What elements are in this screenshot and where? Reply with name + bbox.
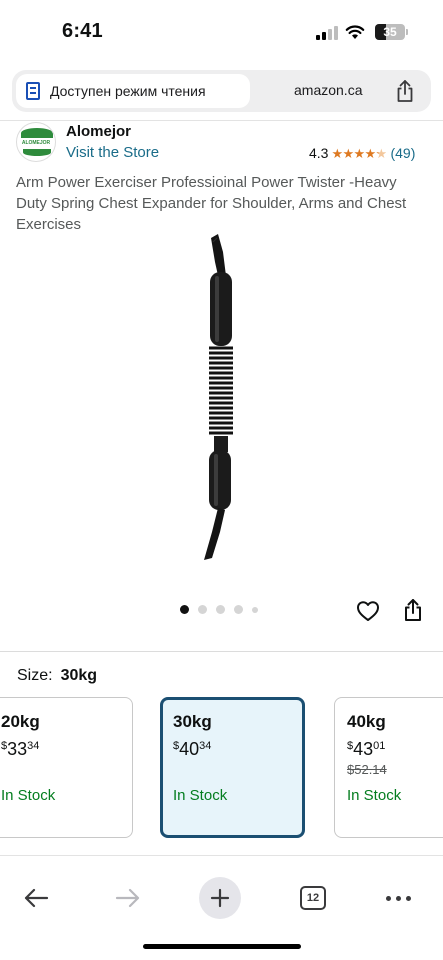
- rating-summary[interactable]: 4.3 ★ ★ ★ ★ ★ (49): [309, 145, 415, 161]
- size-option-card[interactable]: 40kg $ 43 01 $52.14 In Stock: [334, 697, 443, 838]
- carousel-dot[interactable]: [180, 605, 189, 614]
- product-image[interactable]: [160, 232, 280, 568]
- browser-toolbar: 12: [0, 868, 443, 930]
- size-option-price: $ 40 34: [173, 739, 212, 759]
- tab-count: 12: [300, 886, 326, 910]
- battery-tip: [406, 29, 408, 35]
- reader-mode-button[interactable]: Доступен режим чтения: [16, 74, 250, 108]
- store-logo[interactable]: ALOMEJOR: [16, 122, 56, 162]
- size-option-price: $ 33 34: [1, 739, 40, 759]
- size-option-label: 40kg: [347, 712, 386, 731]
- back-button[interactable]: [14, 876, 58, 920]
- carousel-dot[interactable]: [198, 605, 207, 614]
- wifi-icon: [345, 25, 365, 39]
- star-icon: ★: [364, 145, 377, 161]
- plus-icon: [210, 888, 230, 908]
- visit-store-link[interactable]: Visit the Store: [66, 144, 159, 161]
- star-icon: ★: [342, 145, 355, 161]
- share-icon[interactable]: [403, 598, 423, 622]
- reader-mode-label: Доступен режим чтения: [50, 83, 206, 99]
- size-option-label: 30kg: [173, 712, 212, 731]
- heart-icon[interactable]: [356, 599, 380, 623]
- product-title: Arm Power Exerciser Professioinal Power …: [16, 174, 407, 233]
- divider: [0, 120, 443, 121]
- rating-value: 4.3: [309, 145, 329, 161]
- forward-button[interactable]: [106, 876, 150, 920]
- status-bar: 6:41 35: [0, 0, 443, 60]
- more-menu-button[interactable]: [376, 876, 420, 920]
- battery-icon: 35: [375, 24, 405, 40]
- star-icon: ★: [331, 145, 344, 161]
- brand-name: Alomejor: [66, 123, 132, 140]
- divider: [0, 651, 443, 652]
- stock-status: In Stock: [1, 787, 56, 804]
- size-option-price: $ 43 01: [347, 739, 386, 759]
- carousel-dot[interactable]: [252, 606, 258, 613]
- stock-status: In Stock: [173, 787, 228, 804]
- arrow-right-icon: [115, 888, 140, 908]
- size-selector-header: Size: 30kg: [17, 667, 97, 685]
- size-option-card[interactable]: 20kg $ 33 34 In Stock: [0, 697, 133, 838]
- tabs-button[interactable]: 12: [291, 876, 335, 920]
- stock-status: In Stock: [347, 787, 402, 804]
- more-icon: [385, 895, 411, 901]
- new-tab-button[interactable]: [198, 876, 242, 920]
- list-price: $52.14: [347, 762, 387, 777]
- status-time: 6:41: [62, 20, 103, 42]
- home-indicator[interactable]: [143, 944, 301, 949]
- size-label: Size:: [17, 667, 53, 684]
- star-rating: ★ ★ ★ ★ ★: [331, 145, 388, 161]
- carousel-dot[interactable]: [234, 605, 243, 614]
- reader-mode-icon: [26, 82, 40, 100]
- cellular-signal-icon: [316, 26, 338, 40]
- selected-size: 30kg: [60, 667, 98, 684]
- battery-level: 35: [383, 25, 397, 39]
- address-bar[interactable]: Доступен режим чтения amazon.ca: [12, 70, 431, 112]
- carousel-dot[interactable]: [216, 605, 225, 614]
- share-icon[interactable]: [395, 79, 415, 103]
- divider: [0, 855, 443, 856]
- size-option-label: 20kg: [1, 712, 40, 731]
- star-icon: ★: [353, 145, 366, 161]
- image-carousel-dots[interactable]: [180, 605, 258, 614]
- size-option-card-selected[interactable]: 30kg $ 40 34 In Stock: [160, 697, 305, 838]
- arrow-left-icon: [24, 888, 49, 908]
- review-count[interactable]: (49): [390, 145, 415, 161]
- star-icon: ★: [375, 145, 388, 161]
- page-domain[interactable]: amazon.ca: [294, 82, 362, 98]
